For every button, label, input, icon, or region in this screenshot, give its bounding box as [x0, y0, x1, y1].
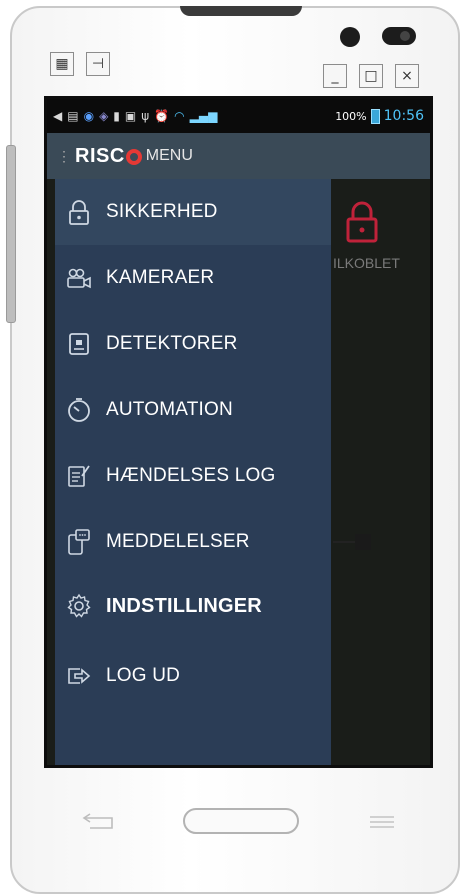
navigation-drawer: SIKKERHED KAMERAER DETEKTORER AUTOMATION — [55, 179, 331, 765]
detector-icon — [66, 330, 92, 358]
app-icon: ◈ — [99, 109, 109, 123]
camera-icon — [66, 264, 92, 292]
drawer-item-haendelses-log[interactable]: HÆNDELSES LOG — [55, 443, 331, 509]
menu-title: MENU — [145, 147, 193, 164]
drawer-label: MEDDELELSER — [106, 531, 250, 552]
grid-icon[interactable]: ▦ — [50, 52, 74, 76]
battery-icon — [370, 108, 380, 124]
event-log-icon — [66, 462, 92, 490]
signal-icon: ▂▄▆ — [189, 109, 218, 123]
drawer-item-detektorer[interactable]: DETEKTORER — [55, 311, 331, 377]
wifi-icon: ◠ — [174, 109, 185, 123]
back-button[interactable] — [82, 812, 116, 830]
drawer-label: KAMERAER — [106, 267, 215, 288]
counter-icon: ◉ — [83, 109, 95, 123]
messages-icon — [66, 528, 92, 556]
front-camera — [340, 27, 360, 47]
drawer-item-log-ud[interactable]: LOG UD — [55, 643, 331, 709]
drawer-item-indstillinger[interactable]: INDSTILLINGER — [55, 573, 331, 639]
lock-status-icon[interactable] — [345, 201, 379, 243]
timer-icon — [66, 396, 92, 424]
gear-icon — [66, 592, 92, 620]
sd-icon: ▮ — [113, 109, 120, 123]
plug-icon[interactable]: ⊣ — [86, 52, 110, 76]
close-button[interactable]: × — [395, 64, 419, 88]
drawer-item-kameraer[interactable]: KAMERAER — [55, 245, 331, 311]
logout-icon — [66, 662, 92, 690]
notes-icon: ▤ — [67, 109, 79, 123]
drawer-label: INDSTILLINGER — [106, 594, 262, 617]
drawer-item-automation[interactable]: AUTOMATION — [55, 377, 331, 443]
screen-icon: ▣ — [124, 109, 137, 123]
logo-circle-icon — [125, 149, 142, 165]
connector-node — [355, 534, 371, 550]
earpiece — [180, 6, 302, 16]
drawer-label: SIKKERHED — [106, 201, 218, 222]
app-bar: ⋮ RISC MENU — [47, 133, 430, 179]
back-arrow-icon: ◀ — [53, 109, 63, 123]
connector-line — [333, 541, 357, 543]
risco-logo: RISC — [75, 145, 142, 168]
drawer-label: AUTOMATION — [106, 399, 233, 420]
home-button[interactable] — [183, 808, 299, 834]
clock: 10:56 — [383, 108, 424, 124]
drawer-item-sikkerhed[interactable]: SIKKERHED — [55, 179, 331, 245]
proximity-sensor — [382, 27, 416, 45]
battery-percent: 100% — [335, 109, 367, 123]
drawer-label: LOG UD — [106, 665, 181, 686]
maximize-button[interactable]: □ — [359, 64, 383, 88]
volume-button[interactable] — [6, 145, 16, 323]
drawer-item-meddelelser[interactable]: MEDDELELSER — [55, 509, 331, 575]
minimize-button[interactable]: _ — [323, 64, 347, 88]
lock-icon — [66, 198, 92, 226]
menu-button[interactable] — [368, 815, 396, 829]
usb-icon: ψ — [141, 109, 150, 123]
drawer-toggle-icon[interactable]: ⋮ — [57, 148, 71, 165]
drawer-label: DETEKTORER — [106, 333, 238, 354]
device-screen: ◀ ▤ ◉ ◈ ▮ ▣ ψ ⏰ ◠ ▂▄▆ 100% 10:56 ⋮ RISC … — [44, 96, 433, 768]
status-bar: ◀ ▤ ◉ ◈ ▮ ▣ ψ ⏰ ◠ ▂▄▆ 100% 10:56 — [47, 99, 430, 133]
alarm-icon: ⏰ — [154, 109, 170, 123]
drawer-label: HÆNDELSES LOG — [106, 465, 276, 486]
system-status: ILKOBLET — [333, 255, 400, 271]
